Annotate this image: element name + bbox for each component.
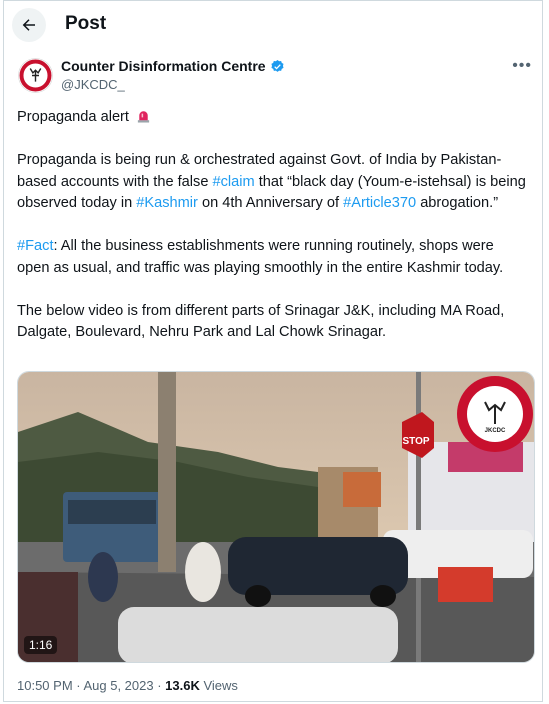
author-handle[interactable]: @JKCDC_ <box>61 77 125 92</box>
author-name[interactable]: Counter Disinformation Centre <box>61 58 266 74</box>
more-icon: ••• <box>512 57 532 74</box>
post-card: Post Counter Disinformation Centre @JKCD… <box>3 0 543 702</box>
back-button[interactable] <box>12 8 46 42</box>
video-player[interactable]: STOP JKCDC 1:16 <box>17 371 535 663</box>
post-text: Propaganda alert Propaganda is being run… <box>17 107 527 365</box>
alert-line: Propaganda alert <box>17 107 527 129</box>
rotating-light-icon <box>137 111 150 123</box>
hashtag-fact[interactable]: #Fact <box>17 238 54 254</box>
author-row: Counter Disinformation Centre <box>61 58 285 74</box>
paragraph-3: The below video is from different parts … <box>17 302 505 341</box>
page-title: Post <box>65 13 107 34</box>
views-count: 13.6K <box>165 678 200 693</box>
arrow-left-icon <box>22 19 35 31</box>
more-button[interactable]: ••• <box>512 57 532 75</box>
paragraph-1: Propaganda is being run & orchestrated a… <box>17 152 526 211</box>
hashtag-kashmir[interactable]: #Kashmir <box>136 195 198 211</box>
hashtag-claim[interactable]: #claim <box>213 174 255 190</box>
video-frame: STOP JKCDC <box>18 372 534 662</box>
views-label: Views <box>199 678 238 693</box>
timestamp[interactable]: 10:50 PM · Aug 5, 2023 · <box>17 678 165 693</box>
post-meta: 10:50 PM · Aug 5, 2023 · 13.6K Views <box>17 678 238 693</box>
verified-badge-icon <box>271 59 284 72</box>
page-header: Post <box>4 1 542 49</box>
paragraph-2: #Fact: All the business establishments w… <box>17 238 504 276</box>
avatar[interactable] <box>18 58 53 93</box>
video-duration: 1:16 <box>24 636 58 654</box>
watermark-text: JKCDC <box>485 428 506 434</box>
hashtag-article370[interactable]: #Article370 <box>343 195 416 211</box>
stop-sign-text: STOP <box>402 436 429 447</box>
